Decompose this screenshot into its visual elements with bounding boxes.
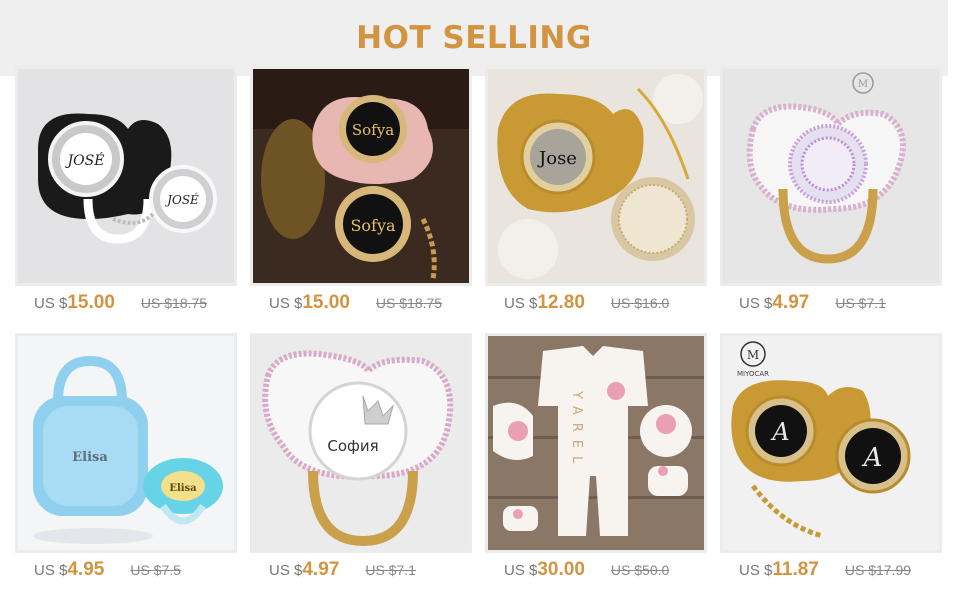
baby-romper-set-yarel-image: YAREL [488, 336, 704, 550]
product-card[interactable]: JOSÉ JOSÉ US $ 15.00 US $18.75 [15, 66, 237, 313]
price-row: US $ 4.97 US $7.1 [739, 292, 886, 314]
pacifier-crystal-bling-white-image: M [723, 69, 939, 283]
product-image[interactable]: M [723, 69, 939, 283]
price-row: US $ 4.95 US $7.5 [34, 559, 181, 581]
product-card[interactable]: Sofya Sofya US $ 15.00 US $18.75 [250, 66, 472, 313]
product-image[interactable]: JOSÉ JOSÉ [18, 69, 234, 283]
pacifier-jose-silver-black-image: JOSÉ JOSÉ [18, 69, 234, 283]
product-image-frame[interactable]: YAREL [485, 333, 707, 553]
pacifier-sofya-rose-gold-image: Sofya Sofya [253, 69, 469, 283]
svg-text:Elisa: Elisa [72, 450, 108, 465]
svg-text:A: A [770, 418, 789, 446]
currency-label: US $ [504, 562, 538, 579]
currency-label: US $ [504, 295, 538, 312]
price-row: US $ 12.80 US $16.0 [504, 292, 669, 314]
product-image-frame[interactable]: Jose [485, 66, 707, 286]
price-row: US $ 11.87 US $17.99 [739, 559, 911, 581]
price: 15.00 [302, 292, 350, 313]
price: 4.97 [302, 559, 340, 580]
currency-label: US $ [269, 562, 303, 579]
original-price: US $50.0 [610, 562, 670, 578]
currency-label: US $ [739, 562, 773, 579]
original-price: US $17.99 [844, 562, 912, 578]
product-card[interactable]: Jose US $ 12.80 US $16.0 [485, 66, 707, 313]
pacifier-case-blue-elisa-image: Elisa Elisa [18, 336, 234, 550]
currency-label: US $ [34, 562, 68, 579]
original-price: US $18.75 [375, 295, 443, 311]
original-price: US $16.0 [610, 295, 670, 311]
pacifier-crown-sofia-image: София [253, 336, 469, 550]
product-card[interactable]: M US $ 4.97 US $7.1 [720, 66, 942, 313]
svg-text:София: София [327, 437, 378, 455]
price: 4.95 [67, 559, 105, 580]
svg-text:Sofya: Sofya [352, 121, 394, 139]
svg-text:M: M [858, 79, 868, 90]
original-price: US $7.1 [835, 295, 886, 311]
product-card[interactable]: София US $ 4.97 US $7.1 [250, 333, 472, 580]
product-image[interactable]: Jose [488, 69, 704, 283]
price: 30.00 [537, 559, 585, 580]
original-price: US $7.5 [130, 562, 181, 578]
svg-text:Jose: Jose [537, 148, 577, 169]
price: 15.00 [67, 292, 115, 313]
product-image[interactable]: Sofya Sofya [253, 69, 469, 283]
product-image[interactable]: M MIYOCAR A A [723, 336, 939, 550]
original-price: US $7.1 [365, 562, 416, 578]
svg-text:JOSÉ: JOSÉ [164, 192, 199, 207]
price-row: US $ 4.97 US $7.1 [269, 559, 416, 581]
price: 12.80 [537, 292, 585, 313]
svg-text:M: M [747, 348, 759, 362]
product-image[interactable]: София [253, 336, 469, 550]
price-row: US $ 30.00 US $50.0 [504, 559, 669, 581]
price-row: US $ 15.00 US $18.75 [34, 292, 207, 314]
product-image-frame[interactable]: Elisa Elisa [15, 333, 237, 553]
price: 11.87 [772, 559, 819, 580]
svg-text:YAREL: YAREL [569, 390, 584, 471]
section-title: HOT SELLING [356, 20, 592, 56]
currency-label: US $ [34, 295, 68, 312]
pacifier-jose-gold-rhinestone-image: Jose [488, 69, 704, 283]
product-image-frame[interactable]: София [250, 333, 472, 553]
product-card[interactable]: YAREL US $ 30.00 US $50.0 [485, 333, 707, 580]
product-image-frame[interactable]: M MIYOCAR A A [720, 333, 942, 553]
currency-label: US $ [269, 295, 303, 312]
svg-text:JOSÉ: JOSÉ [65, 151, 105, 169]
product-image[interactable]: YAREL [488, 336, 704, 550]
product-image-frame[interactable]: M [720, 66, 942, 286]
price-row: US $ 15.00 US $18.75 [269, 292, 442, 314]
svg-text:Elisa: Elisa [169, 483, 197, 494]
price: 4.97 [772, 292, 810, 313]
product-image[interactable]: Elisa Elisa [18, 336, 234, 550]
product-card[interactable]: Elisa Elisa US $ 4.95 US $7.5 [15, 333, 237, 580]
pacifier-letter-a-gold-image: M MIYOCAR A A [723, 336, 939, 550]
currency-label: US $ [739, 295, 773, 312]
svg-text:A: A [862, 443, 883, 473]
product-image-frame[interactable]: Sofya Sofya [250, 66, 472, 286]
original-price: US $18.75 [140, 295, 208, 311]
hot-selling-banner: HOT SELLING [0, 0, 948, 76]
svg-text:Sofya: Sofya [350, 216, 396, 235]
svg-text:MIYOCAR: MIYOCAR [737, 370, 769, 378]
product-image-frame[interactable]: JOSÉ JOSÉ [15, 66, 237, 286]
product-card[interactable]: M MIYOCAR A A US $ 11.87 US $17.99 [720, 333, 942, 580]
